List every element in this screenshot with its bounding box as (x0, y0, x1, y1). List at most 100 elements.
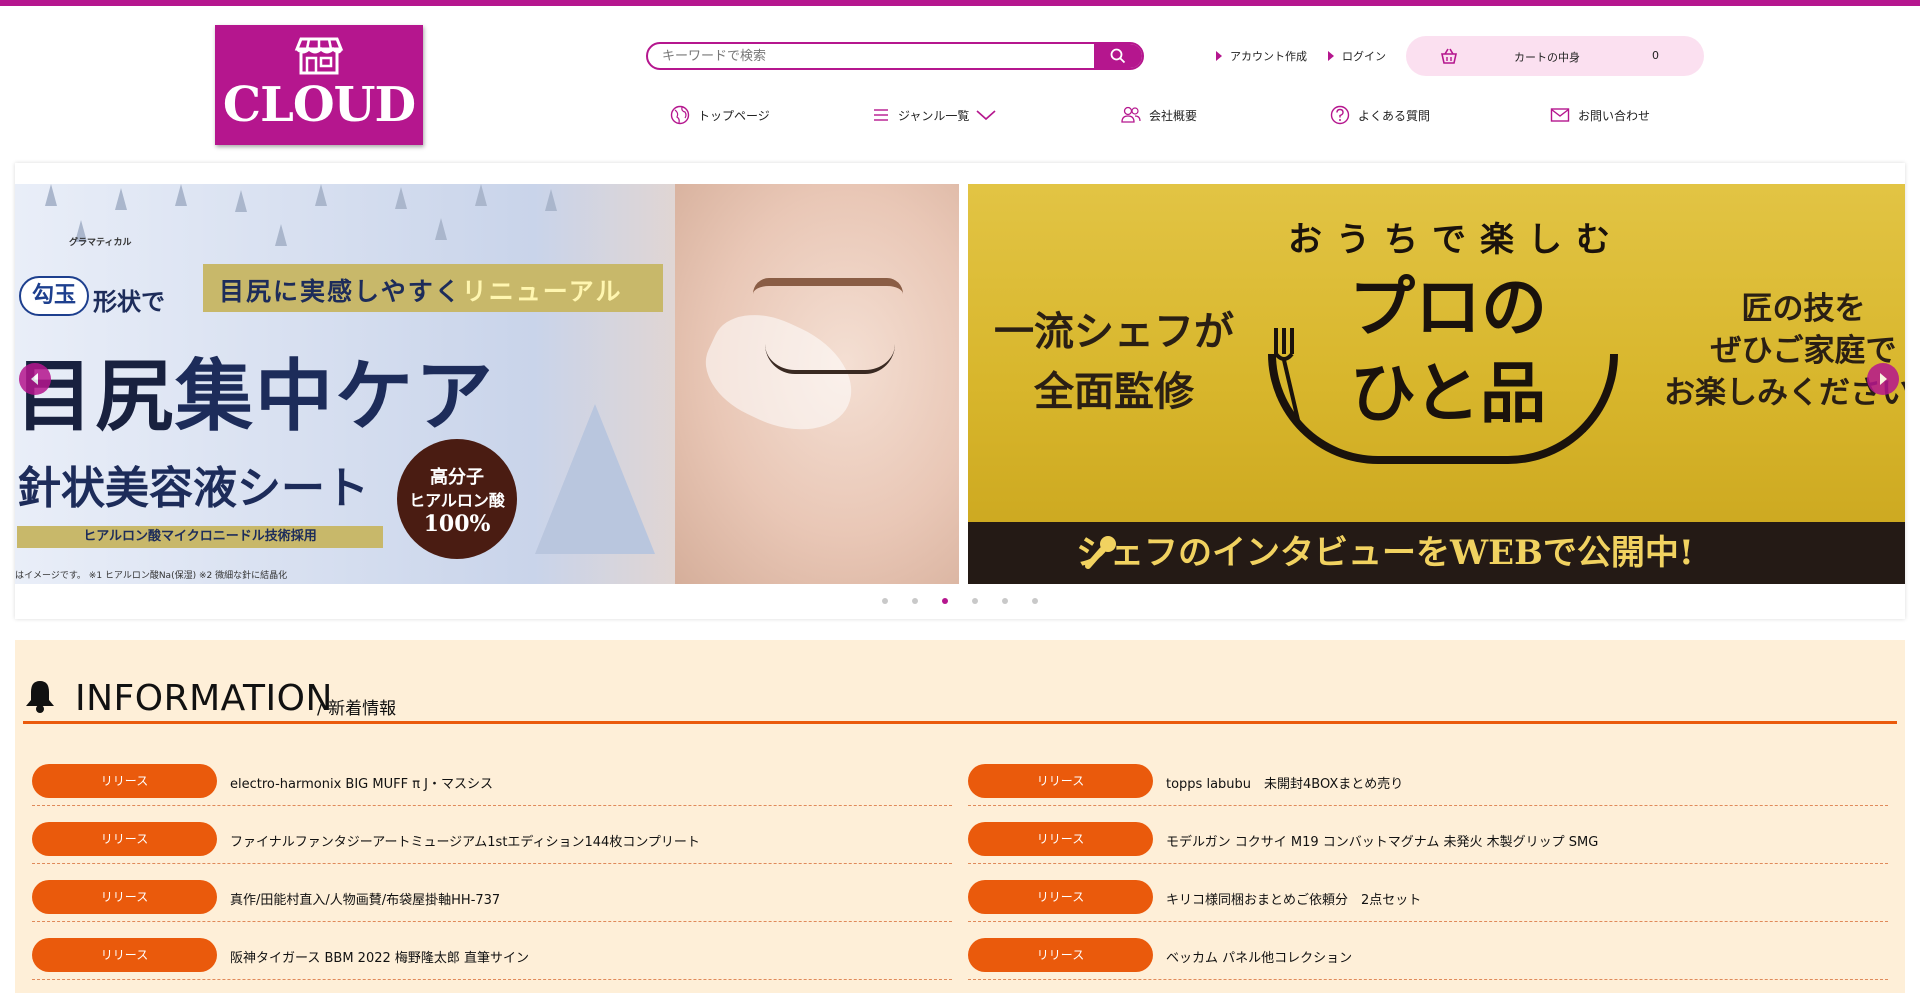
nav-item-label: ジャンル一覧 (898, 108, 970, 123)
badge-line: 100% (423, 511, 491, 537)
text-line: ひと品 (1349, 354, 1547, 432)
chef-supervision-text: 一流シェフが 全面監修 (994, 302, 1234, 422)
news-item[interactable]: リリース electro-harmonix BIG MUFF π J・マスシス (32, 758, 952, 808)
decorative-spike (435, 218, 447, 240)
product-brand: グラマティカル (69, 238, 132, 248)
text-line: プロの (1349, 268, 1547, 346)
fork-icon (1274, 328, 1300, 421)
dashed-divider (32, 921, 952, 922)
nav-item-label: お問い合わせ (1578, 108, 1651, 123)
release-badge: リリース (32, 938, 217, 972)
chevron-right-icon (1880, 373, 1887, 385)
news-item-title: topps labubu 未開封4BOXまとめ売り (1166, 777, 1404, 792)
top-accent-bar (0, 0, 1920, 6)
dashed-divider (32, 979, 952, 980)
hero-slider: グラマティカル 目尻に実感しやすくリニューアル 勾玉 形状で 目尻集中ケア 針状… (15, 163, 1905, 619)
release-badge: リリース (32, 880, 217, 914)
triangle-right-icon (1328, 51, 1334, 61)
site-logo[interactable]: CLOUD (215, 25, 423, 145)
create-account-link[interactable]: アカウント作成 (1216, 48, 1307, 64)
news-item-title: ベッカム パネル他コレクション (1166, 951, 1353, 966)
text-line: 全面監修 (1034, 368, 1194, 415)
news-item[interactable]: リリース 阪神タイガース BBM 2022 梅野隆太郎 直筆サイン (32, 932, 952, 982)
slider-dots (15, 598, 1905, 608)
news-item-title: 真作/田能村直入/人物画賛/布袋屋掛軸HH-737 (230, 893, 501, 908)
renewal-tag-accent: リニューアル (461, 277, 623, 306)
news-item-title: モデルガン コクサイ M19 コンバットマグナム 未発火 木製グリップ SMG (1166, 835, 1599, 850)
release-badge: リリース (32, 764, 217, 798)
dashed-divider (32, 863, 952, 864)
release-badge: リリース (968, 822, 1153, 856)
slider-dot-active[interactable] (942, 598, 948, 604)
release-badge: リリース (32, 822, 217, 856)
dashed-divider (968, 805, 1888, 806)
chevron-down-icon (976, 110, 996, 121)
decorative-spike (475, 184, 487, 206)
eye-patch-shape (690, 296, 870, 452)
nav-item-top-page[interactable]: トップページ (670, 103, 770, 127)
slide-pro-chef[interactable]: 一流シェフが 全面監修 おうちで楽しむ プロの ひと品 匠の技を ぜひご家庭で … (968, 184, 1905, 584)
search-icon (1110, 48, 1126, 64)
nav-item-genre-list[interactable]: ジャンル一覧 (872, 103, 997, 127)
news-item[interactable]: リリース キリコ様同梱おまとめご依頼分 2点セット (968, 874, 1888, 924)
news-item-title: electro-harmonix BIG MUFF π J・マスシス (230, 777, 493, 792)
text-line: 匠の技を (1741, 291, 1866, 327)
decorative-spike (45, 184, 57, 206)
enjoy-at-home-text: おうちで楽しむ (1288, 220, 1624, 260)
nav-item-label: トップページ (698, 108, 770, 123)
news-item[interactable]: リリース ベッカム パネル他コレクション (968, 932, 1888, 982)
create-account-label: アカウント作成 (1230, 50, 1307, 63)
pro-dish-title: プロの ひと品 (1318, 264, 1578, 436)
dashed-divider (32, 805, 952, 806)
news-item[interactable]: リリース モデルガン コクサイ M19 コンバットマグナム 未発火 木製グリップ… (968, 816, 1888, 866)
nav-item-label: 会社概要 (1149, 108, 1198, 123)
nav-item-faq[interactable]: よくある質問 (1330, 103, 1430, 127)
main-nav: トップページ ジャンル一覧 会社概要 よくある質問 お問い合わせ (0, 103, 1920, 127)
slider-next-button[interactable] (1867, 363, 1899, 395)
nav-item-contact[interactable]: お問い合わせ (1550, 103, 1650, 127)
text-line: 一流シェフが (994, 308, 1234, 355)
search-form (646, 42, 1144, 70)
nav-item-company[interactable]: 会社概要 (1121, 103, 1197, 127)
section-divider (23, 721, 1897, 724)
slider-prev-button[interactable] (19, 363, 51, 395)
technology-strip: ヒアルロン酸マイクロニードル技術採用 (17, 526, 383, 548)
chevron-left-icon (31, 373, 38, 385)
text-line: ぜひご家庭で (1710, 333, 1897, 369)
slider-dot[interactable] (1002, 598, 1008, 604)
slide-subheadline: 針状美容液シート (17, 463, 369, 514)
headline-part-b: 集中ケア (175, 351, 496, 442)
news-item-title: ファイナルファンタジーアートミュージアム1stエディション144枚コンプリート (230, 835, 700, 850)
cart-button[interactable]: カートの中身 0 (1406, 36, 1704, 76)
decorative-spike (115, 188, 127, 210)
slider-dot[interactable] (882, 598, 888, 604)
news-item[interactable]: リリース 真作/田能村直入/人物画賛/布袋屋掛軸HH-737 (32, 874, 952, 924)
login-label: ログイン (1342, 50, 1386, 63)
information-section: INFORMATION / 新着情報 リリース electro-harmonix… (15, 640, 1905, 993)
craft-text: 匠の技を ぜひご家庭で お楽しみください。 (1664, 288, 1905, 414)
slider-dot[interactable] (1032, 598, 1038, 604)
magatama-badge: 勾玉 (19, 276, 89, 316)
news-item[interactable]: リリース topps labubu 未開封4BOXまとめ売り (968, 758, 1888, 808)
decorative-spike (395, 187, 407, 209)
slider-dot[interactable] (912, 598, 918, 604)
bell-icon (26, 681, 54, 713)
search-button[interactable] (1094, 44, 1142, 68)
login-link[interactable]: ログイン (1328, 48, 1386, 64)
slide-eye-care[interactable]: グラマティカル 目尻に実感しやすくリニューアル 勾玉 形状で 目尻集中ケア 針状… (15, 184, 959, 584)
search-input[interactable] (648, 44, 1096, 68)
slider-dot[interactable] (972, 598, 978, 604)
cart-label: カートの中身 (1514, 51, 1580, 64)
dashed-divider (968, 979, 1888, 980)
nav-item-label: よくある質問 (1358, 108, 1431, 123)
closed-eye-shape (765, 344, 895, 374)
badge-line: ヒアルロン酸 (409, 491, 505, 510)
hyaluronic-badge: 高分子 ヒアルロン酸 100% (397, 439, 517, 559)
decorative-spike (175, 184, 187, 206)
cart-count: 0 (1652, 49, 1659, 62)
news-item[interactable]: リリース ファイナルファンタジーアートミュージアム1stエディション144枚コン… (32, 816, 952, 866)
globe-icon (670, 105, 690, 125)
information-subtitle: / 新着情報 (317, 699, 397, 719)
decorative-spike (545, 189, 557, 211)
information-title: INFORMATION (75, 678, 333, 719)
